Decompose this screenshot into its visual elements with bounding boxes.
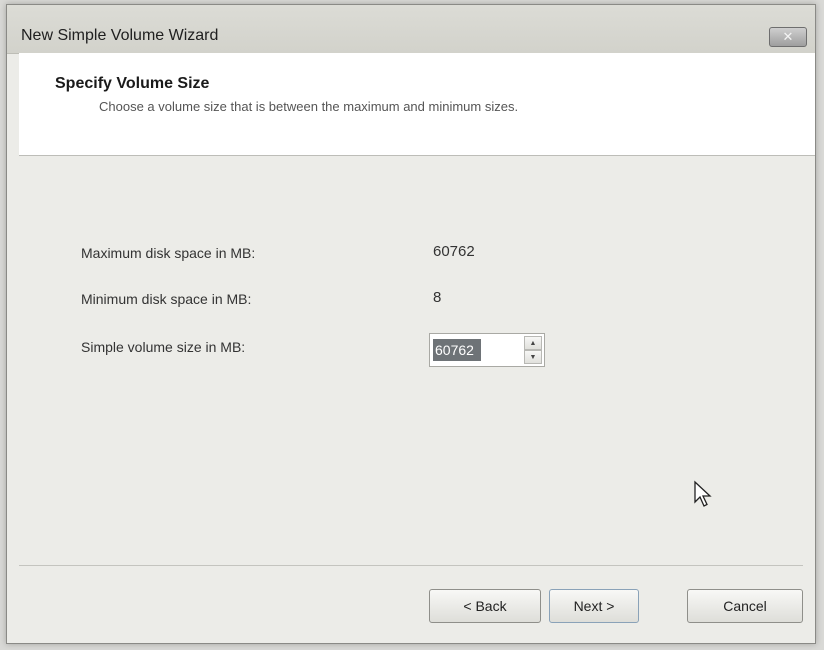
chevron-up-icon: ▲ [529,339,537,347]
spin-down-button[interactable]: ▼ [524,350,542,364]
wizard-window: New Simple Volume Wizard ✕ Specify Volum… [6,4,816,644]
back-button[interactable]: < Back [429,589,541,623]
close-button[interactable]: ✕ [769,27,807,47]
min-size-value: 8 [433,289,442,306]
next-button[interactable]: Next > [549,589,639,623]
chevron-down-icon: ▼ [529,353,537,361]
mouse-pointer-icon [694,480,712,507]
volume-size-label: Simple volume size in MB: [81,339,246,355]
window-title: New Simple Volume Wizard [21,27,219,44]
spin-buttons: ▲ ▼ [524,336,542,364]
volume-size-input[interactable] [433,339,481,361]
title-bar[interactable]: New Simple Volume Wizard ✕ [7,5,815,54]
close-icon: ✕ [782,29,794,44]
wizard-header: Specify Volume Size Choose a volume size… [19,53,815,156]
max-size-value: 60762 [433,243,475,260]
max-size-label: Maximum disk space in MB: [81,245,256,261]
wizard-body: Maximum disk space in MB: 60762 Minimum … [7,155,815,643]
page-subtitle: Choose a volume size that is between the… [99,99,519,114]
spin-up-button[interactable]: ▲ [524,336,542,350]
footer-divider [19,565,803,566]
page-title: Specify Volume Size [55,75,210,92]
min-size-label: Minimum disk space in MB: [81,291,252,307]
volume-size-stepper[interactable]: ▲ ▼ [429,333,545,367]
cancel-button[interactable]: Cancel [687,589,803,623]
